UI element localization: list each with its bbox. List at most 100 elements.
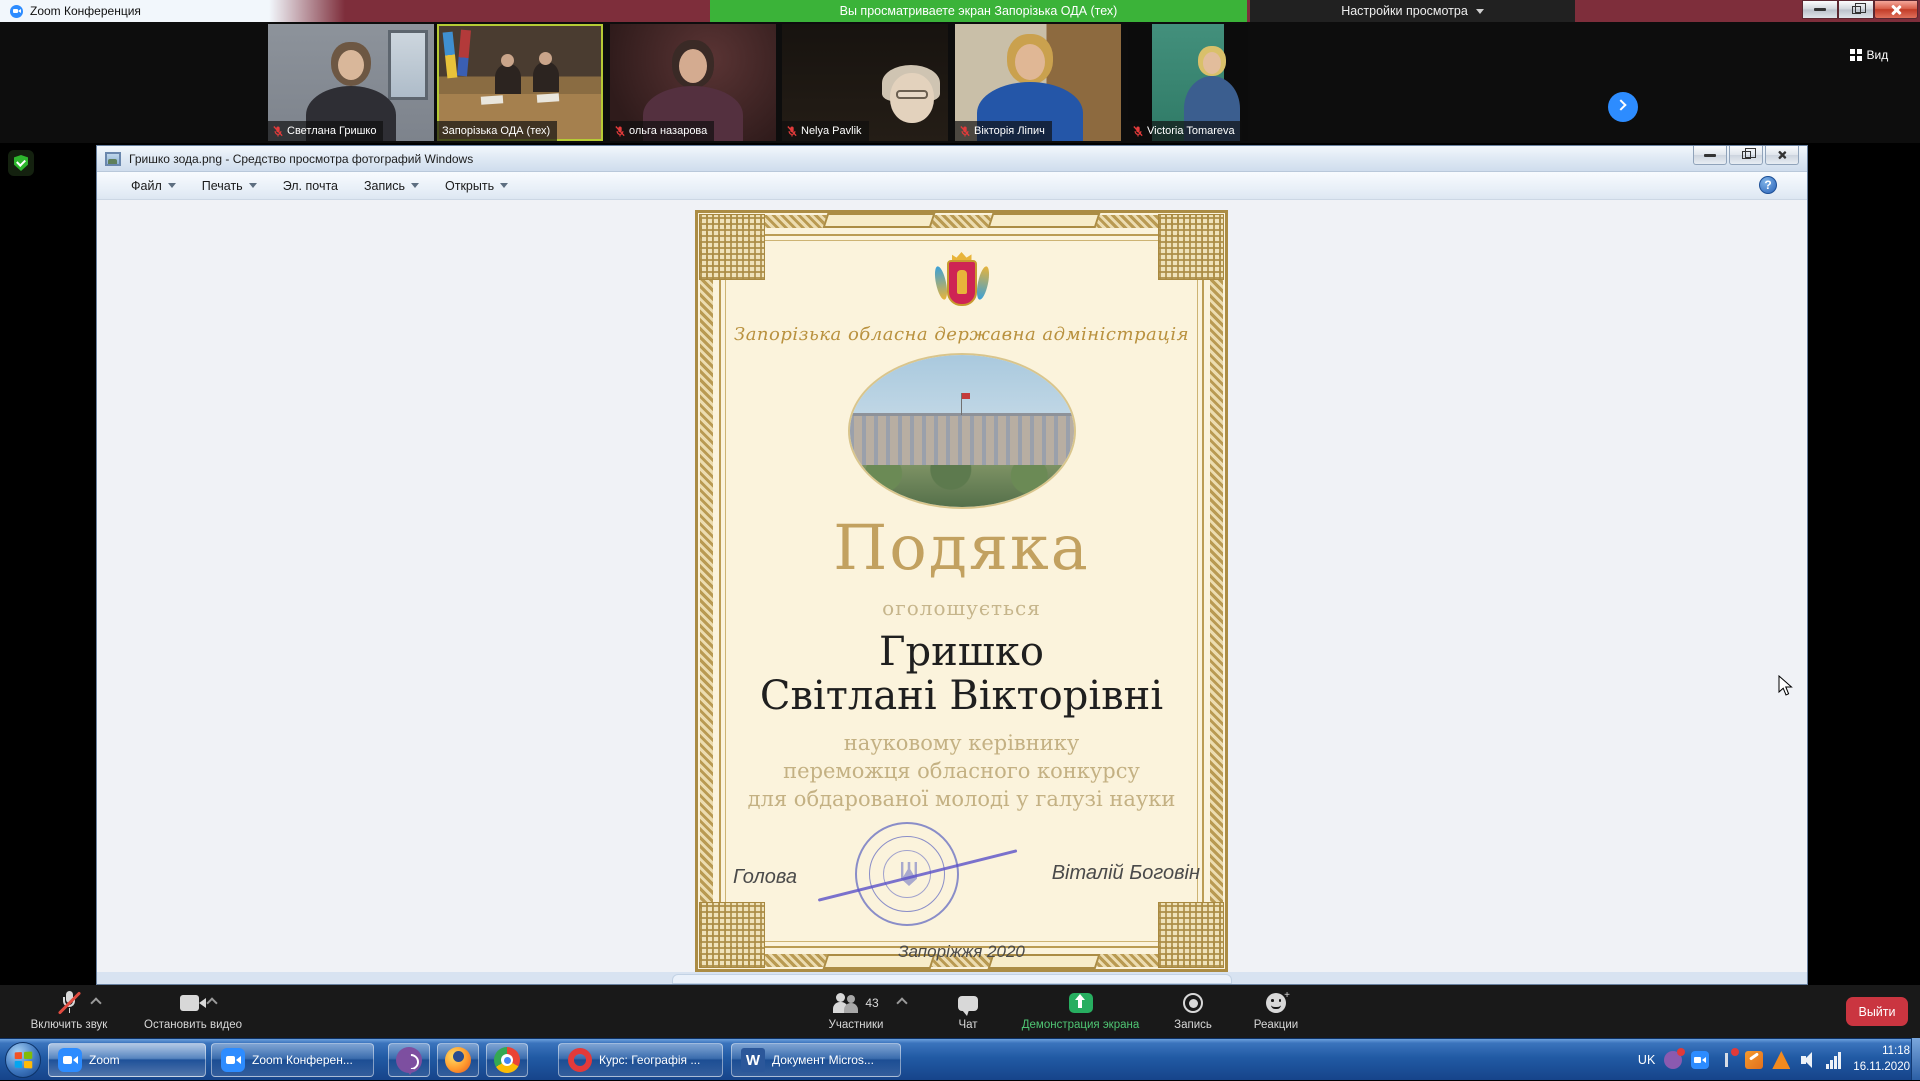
chevron-down-icon (1476, 9, 1484, 14)
chat-button[interactable]: Чат (940, 991, 996, 1031)
minimize-button[interactable] (1802, 0, 1838, 19)
start-button[interactable] (5, 1042, 41, 1078)
participant-tile[interactable]: ольга назарова (610, 24, 776, 141)
flag-decoration (457, 30, 471, 77)
minimize-icon (1704, 154, 1716, 157)
taskbar-zoom-button[interactable]: Zoom (48, 1043, 206, 1077)
opera-icon (568, 1048, 592, 1072)
share-screen-button[interactable]: Демонстрация экрана (1008, 991, 1153, 1031)
meeting-toolbar: Включить звук Остановить видео 43 Участн… (0, 985, 1920, 1038)
restore-button[interactable] (1729, 146, 1763, 165)
muted-mic-icon (1133, 125, 1143, 138)
chat-icon (958, 996, 978, 1011)
muted-mic-icon (63, 991, 75, 1015)
view-settings-label: Настройки просмотра (1341, 4, 1468, 18)
participant-tile[interactable]: Вікторія Ліпич (955, 24, 1121, 141)
reactions-icon: + (1266, 993, 1286, 1013)
official-stamp (855, 822, 959, 926)
reactions-button[interactable]: + Реакции (1240, 991, 1312, 1031)
system-tray: UK 11:18 16.11.2020 (1638, 1039, 1910, 1081)
taskbar-zoom-meeting-button[interactable]: Zoom Конферен... (211, 1043, 374, 1077)
zoom-app-title: Zoom Конференция (30, 4, 141, 18)
show-desktop-button[interactable] (1911, 1038, 1920, 1080)
photo-viewer-icon (105, 152, 121, 166)
close-button[interactable] (1874, 0, 1918, 19)
zoom-tray-icon[interactable] (1691, 1051, 1709, 1069)
participant-name-tag: ольга назарова (610, 121, 714, 141)
zoom-window-titlebar: Zoom Конференция Вы просматриваете экран… (0, 0, 1920, 22)
participant-name-tag: Запорізька ОДА (тех) (437, 121, 557, 141)
zoom-icon (58, 1048, 82, 1072)
signer-role: Голова (733, 866, 797, 889)
security-shield-icon (8, 150, 34, 176)
taskbar-opera-button[interactable]: Курс: Географія ... (558, 1043, 723, 1077)
close-button[interactable] (1765, 146, 1799, 165)
minimize-icon (1814, 8, 1826, 11)
muted-mic-icon (615, 125, 625, 138)
participants-button[interactable]: 43 Участники (808, 991, 904, 1031)
cleanup-tray-icon[interactable] (1745, 1051, 1763, 1069)
ribbon-ornament (823, 213, 936, 228)
photo-viewer-title: Гришко зода.png - Средство просмотра фот… (129, 152, 473, 166)
taskbar-firefox-button[interactable] (437, 1043, 479, 1077)
help-button[interactable]: ? (1759, 176, 1777, 194)
photo-viewer-control-strip (97, 972, 1807, 984)
photo-viewer-menubar: Файл Печать Эл. почта Запись Открыть (97, 172, 1807, 200)
certificate-description: для обдарованої молоді у галузі науки (727, 786, 1196, 814)
participant-tile[interactable]: Victoria Tomareva (1128, 24, 1248, 141)
participants-count: 43 (865, 996, 878, 1010)
taskbar-clock[interactable]: 11:18 16.11.2020 (1853, 1044, 1910, 1075)
certificate-title: Подяка (727, 515, 1196, 580)
next-participants-button[interactable] (1608, 92, 1638, 122)
muted-mic-icon (787, 125, 797, 138)
zoom-app-icon (10, 5, 23, 18)
participant-tile-active-speaker[interactable]: Запорізька ОДА (тех) (437, 24, 603, 141)
clock-time: 11:18 (1853, 1044, 1910, 1060)
restore-icon (1742, 151, 1751, 159)
building-photo (850, 355, 1074, 507)
video-thumbnail-strip: Светлана Гришко Запорізька ОДА (тех) оль… (0, 22, 1920, 143)
view-settings-button[interactable]: Настройки просмотра (1250, 0, 1575, 22)
unmute-button[interactable]: Включить звук (14, 991, 124, 1031)
photo-viewer-titlebar[interactable]: Гришко зода.png - Средство просмотра фот… (97, 146, 1807, 172)
viber-icon (396, 1047, 422, 1073)
minimize-button[interactable] (1693, 146, 1727, 165)
menu-open[interactable]: Открыть (445, 179, 508, 193)
menu-email[interactable]: Эл. почта (283, 179, 338, 193)
participant-tile[interactable]: Nelya Pavlik (782, 24, 948, 141)
taskbar-viber-button[interactable] (388, 1043, 430, 1077)
participant-tile[interactable]: Светлана Гришко (268, 24, 434, 141)
restore-icon (1852, 6, 1861, 14)
dropdown-caret-icon (411, 183, 419, 188)
certificate-subtitle: оголошується (727, 596, 1196, 620)
background-window (388, 30, 428, 100)
menu-burn[interactable]: Запись (364, 179, 419, 193)
antivirus-tray-icon[interactable] (1772, 1051, 1790, 1069)
mouse-cursor (1778, 675, 1794, 697)
grid-view-icon (1850, 49, 1862, 61)
chrome-icon (494, 1047, 520, 1073)
record-button[interactable]: Запись (1162, 991, 1224, 1031)
ribbon-ornament (988, 213, 1101, 228)
window-controls (1802, 0, 1918, 19)
view-mode-button[interactable]: Вид (1850, 48, 1888, 62)
menu-print[interactable]: Печать (202, 179, 257, 193)
signer-name: Віталій Боговін (1052, 862, 1200, 885)
taskbar-chrome-button[interactable] (486, 1043, 528, 1077)
stop-video-button[interactable]: Остановить видео (128, 991, 258, 1031)
taskbar-word-button[interactable]: W Документ Micros... (731, 1043, 901, 1077)
viber-tray-icon[interactable] (1664, 1051, 1682, 1069)
language-indicator[interactable]: UK (1638, 1053, 1655, 1067)
volume-icon[interactable] (1799, 1051, 1817, 1069)
coat-of-arms (940, 256, 984, 314)
leave-meeting-button[interactable]: Выйти (1846, 997, 1908, 1026)
menu-file[interactable]: Файл (131, 179, 176, 193)
participant-name-tag: Светлана Гришко (268, 121, 383, 141)
network-signal-icon[interactable] (1826, 1051, 1844, 1069)
restore-button[interactable] (1838, 0, 1874, 19)
chevron-right-icon (1615, 99, 1626, 110)
muted-mic-icon (273, 125, 283, 138)
photo-viewer-window-controls (1691, 146, 1799, 165)
certificate-description: переможця обласного конкурсу (727, 758, 1196, 786)
hotspot-tray-icon[interactable] (1718, 1051, 1736, 1069)
